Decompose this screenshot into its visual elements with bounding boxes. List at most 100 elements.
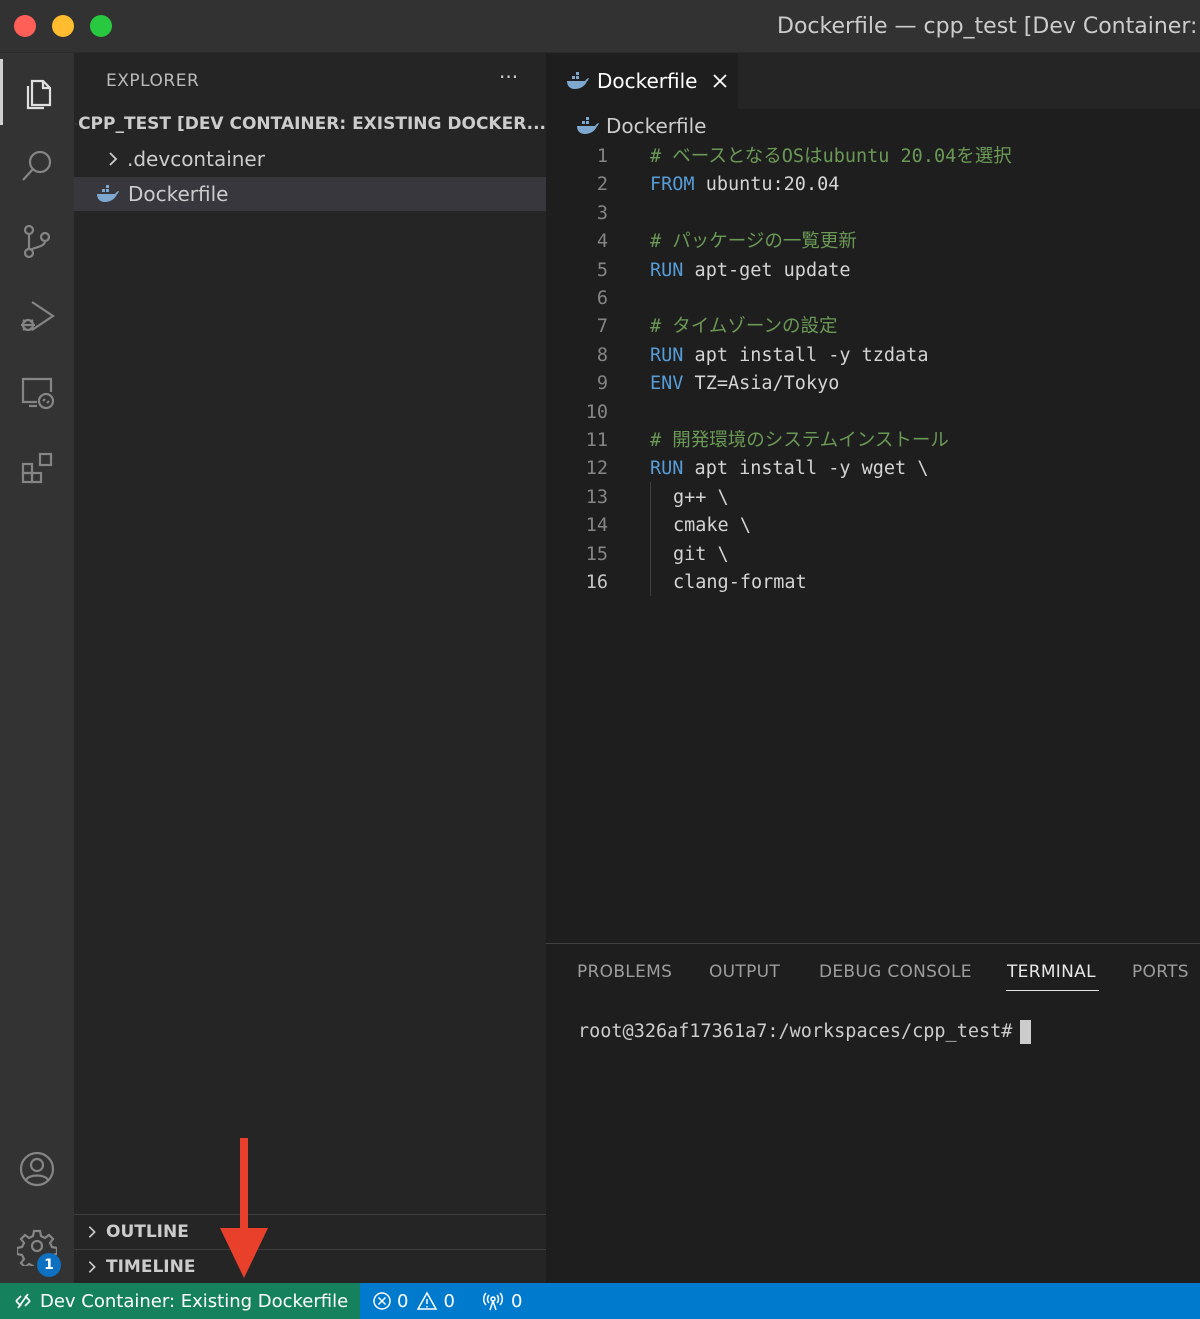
tree-item-devcontainer[interactable]: .devcontainer xyxy=(74,142,546,176)
code-text: apt-get update xyxy=(683,259,851,281)
code-line[interactable]: 15 git \ xyxy=(546,541,1200,569)
line-number: 1 xyxy=(596,146,608,167)
line-text: clang-format xyxy=(673,569,807,597)
code-text: cmake \ xyxy=(673,515,751,537)
warning-count: 0 xyxy=(443,1290,455,1312)
code-line[interactable]: 7 # タイムゾーンの設定 xyxy=(546,313,1200,341)
chevron-down-icon xyxy=(75,123,78,125)
code-line[interactable]: 13 g++ \ xyxy=(546,484,1200,512)
line-number: 10 xyxy=(585,401,608,423)
window-title: Dockerfile — cpp_test [Dev Container: E xyxy=(777,14,1200,39)
line-number: 2 xyxy=(596,174,608,196)
workspace-root-label: CPP_TEST [DEV CONTAINER: EXISTING DOCKER… xyxy=(78,114,546,134)
activity-bar: 1 xyxy=(0,53,74,1283)
code-line[interactable]: 1 # ベースとなるOSはubuntu 20.04を選択 xyxy=(546,143,1200,171)
remote-label: Dev Container: Existing Dockerfile xyxy=(40,1290,349,1312)
title-bar: Dockerfile — cpp_test [Dev Container: E xyxy=(0,0,1200,53)
chevron-right-icon xyxy=(109,152,118,166)
code-line[interactable]: 4 # パッケージの一覧更新 xyxy=(546,228,1200,256)
line-number: 4 xyxy=(596,231,608,253)
ports-status[interactable]: 0 xyxy=(482,1283,522,1319)
line-text: # タイムゾーンの設定 xyxy=(650,313,837,341)
line-text: RUN apt install -y tzdata xyxy=(650,342,928,370)
comment-text: # ベースとなるOSはubuntu 20.04を選択 xyxy=(650,146,1012,167)
activity-run-debug[interactable] xyxy=(0,283,74,349)
settings-badge: 1 xyxy=(37,1253,61,1277)
account-icon xyxy=(19,1151,55,1187)
minimize-window-button[interactable] xyxy=(52,15,74,37)
terminal[interactable]: root@326af17361a7:/workspaces/cpp_test# xyxy=(578,1020,1032,1044)
line-number: 6 xyxy=(596,288,608,309)
line-text: # 開発環境のシステムインストール xyxy=(650,427,949,455)
docker-icon xyxy=(577,117,599,134)
code-line[interactable]: 2 FROM ubuntu:20.04 xyxy=(546,171,1200,199)
line-text: git \ xyxy=(673,541,729,569)
code-editor[interactable]: 1 # ベースとなるOSはubuntu 20.04を選択 2 FROM ubuntu:… xyxy=(546,143,1200,943)
outline-section[interactable]: OUTLINE xyxy=(74,1214,546,1248)
line-number: 11 xyxy=(585,430,608,451)
code-text: git \ xyxy=(673,543,729,565)
files-icon xyxy=(26,79,51,110)
extensions-icon xyxy=(21,452,53,484)
maximize-window-button[interactable] xyxy=(90,15,112,37)
code-line[interactable]: 5 RUN apt-get update xyxy=(546,257,1200,285)
activity-accounts[interactable] xyxy=(0,1136,74,1202)
tab-output[interactable]: OUTPUT xyxy=(709,962,780,982)
code-line[interactable]: 6 xyxy=(546,285,1200,313)
tab-dockerfile[interactable]: Dockerfile xyxy=(546,53,738,109)
tree-item-label: .devcontainer xyxy=(127,147,265,171)
close-window-button[interactable] xyxy=(14,15,36,37)
tree-item-dockerfile[interactable]: Dockerfile xyxy=(74,177,546,211)
code-text: ubuntu:20.04 xyxy=(694,174,840,196)
code-line[interactable]: 12 RUN apt install -y wget \ xyxy=(546,455,1200,483)
keyword-text: RUN xyxy=(650,458,684,480)
tab-ports[interactable]: PORTS xyxy=(1132,962,1189,982)
editor-tab-bar: Dockerfile xyxy=(546,53,1200,109)
code-line[interactable]: 9 ENV TZ=Asia/Tokyo xyxy=(546,370,1200,398)
terminal-cursor xyxy=(1020,1020,1032,1044)
code-line[interactable]: 8 RUN apt install -y tzdata xyxy=(546,342,1200,370)
code-line[interactable]: 11 # 開発環境のシステムインストール xyxy=(546,427,1200,455)
outline-label: OUTLINE xyxy=(106,1221,189,1242)
more-actions-button[interactable]: ··· xyxy=(499,65,518,89)
activity-explorer[interactable] xyxy=(0,59,74,125)
problems-status[interactable]: 0 0 xyxy=(372,1283,455,1319)
timeline-section[interactable]: TIMELINE xyxy=(74,1249,546,1283)
code-line[interactable]: 14 cmake \ xyxy=(546,512,1200,540)
status-bar: Dev Container: Existing Dockerfile 0 0 0 xyxy=(0,1283,1200,1319)
explorer-sidebar: EXPLORER ··· CPP_TEST [DEV CONTAINER: EX… xyxy=(74,53,546,1283)
annotation-arrow xyxy=(220,1138,268,1278)
close-icon[interactable] xyxy=(712,73,728,89)
tab-label: Dockerfile xyxy=(597,69,698,93)
code-text: TZ=Asia/Tokyo xyxy=(683,373,840,395)
keyword-text: ENV xyxy=(650,373,684,395)
keyword-text: RUN xyxy=(650,259,684,281)
activity-manage[interactable]: 1 xyxy=(0,1213,74,1279)
error-icon xyxy=(373,1292,391,1310)
activity-remote-explorer[interactable] xyxy=(0,359,74,425)
docker-icon xyxy=(567,72,589,89)
line-number: 7 xyxy=(596,316,608,338)
line-text: g++ \ xyxy=(673,484,729,512)
line-number: 12 xyxy=(585,458,608,480)
activity-source-control[interactable] xyxy=(0,208,74,274)
activity-extensions[interactable] xyxy=(0,435,74,501)
code-text: clang-format xyxy=(673,572,807,593)
code-line[interactable]: 16 clang-format xyxy=(546,569,1200,597)
activity-search[interactable] xyxy=(0,133,74,199)
workspace-root-folder[interactable]: CPP_TEST [DEV CONTAINER: EXISTING DOCKER… xyxy=(74,107,546,141)
keyword-text: RUN xyxy=(650,344,684,366)
line-number: 13 xyxy=(585,486,608,508)
line-text: ENV TZ=Asia/Tokyo xyxy=(650,370,839,398)
keyword-text: FROM xyxy=(650,174,695,196)
line-number: 5 xyxy=(596,259,608,281)
breadcrumb[interactable]: Dockerfile xyxy=(546,109,1200,143)
tab-problems[interactable]: PROBLEMS xyxy=(577,962,672,982)
remote-indicator[interactable]: Dev Container: Existing Dockerfile xyxy=(0,1283,360,1319)
code-line[interactable]: 10 xyxy=(546,399,1200,427)
code-line[interactable]: 3 xyxy=(546,200,1200,228)
line-text: RUN apt install -y wget \ xyxy=(650,455,928,483)
tab-terminal[interactable]: TERMINAL xyxy=(1006,962,1099,991)
search-icon xyxy=(22,150,52,181)
tab-debug-console[interactable]: DEBUG CONSOLE xyxy=(819,962,972,982)
